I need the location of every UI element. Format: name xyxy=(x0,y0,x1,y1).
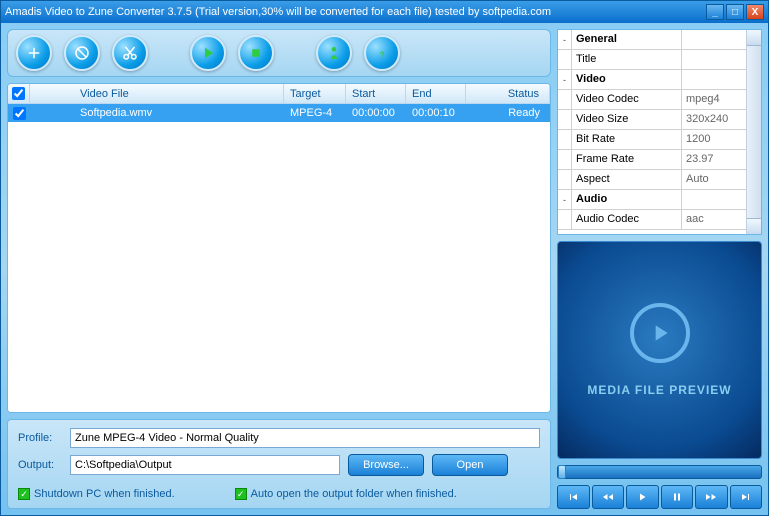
app-window: Amadis Video to Zune Converter 3.7.5 (Tr… xyxy=(0,0,769,516)
remove-button[interactable] xyxy=(64,35,100,71)
output-input[interactable] xyxy=(70,455,340,475)
help-button[interactable]: ? xyxy=(364,35,400,71)
row-start: 00:00:00 xyxy=(346,104,406,122)
media-rewind-button[interactable] xyxy=(592,485,625,509)
browse-button[interactable]: Browse... xyxy=(348,454,424,476)
media-prev-button[interactable] xyxy=(557,485,590,509)
titlebar[interactable]: Amadis Video to Zune Converter 3.7.5 (Tr… xyxy=(1,1,768,23)
add-button[interactable] xyxy=(16,35,52,71)
convert-button[interactable] xyxy=(190,35,226,71)
media-forward-button[interactable] xyxy=(695,485,728,509)
shutdown-checkbox[interactable]: ✓ Shutdown PC when finished. xyxy=(18,488,175,500)
media-next-button[interactable] xyxy=(730,485,763,509)
row-checkbox[interactable] xyxy=(8,104,30,122)
collapse-icon[interactable]: - xyxy=(558,70,572,89)
preview-play-icon[interactable] xyxy=(630,303,690,363)
about-button[interactable] xyxy=(316,35,352,71)
properties-scrollbar[interactable] xyxy=(746,30,761,234)
file-list: Video File Target Start End Status Softp… xyxy=(7,83,551,413)
left-column: ? Video File Target Start End Status Sof… xyxy=(7,29,551,509)
collapse-icon[interactable]: - xyxy=(558,30,572,49)
minimize-button[interactable]: _ xyxy=(706,4,724,20)
header-target[interactable]: Target xyxy=(284,84,346,103)
bottom-panel: Profile: Output: Browse... Open ✓ Shutdo… xyxy=(7,419,551,509)
header-end[interactable]: End xyxy=(406,84,466,103)
row-status: Ready xyxy=(466,104,550,122)
output-label: Output: xyxy=(18,459,62,471)
header-status[interactable]: Status xyxy=(466,84,550,103)
seek-bar[interactable] xyxy=(557,465,762,479)
header-checkbox[interactable] xyxy=(8,84,30,103)
app-body: ? Video File Target Start End Status Sof… xyxy=(1,23,768,515)
toolbar: ? xyxy=(7,29,551,77)
media-pause-button[interactable] xyxy=(661,485,694,509)
row-target: MPEG-4 xyxy=(284,104,346,122)
preview-label: MEDIA FILE PREVIEW xyxy=(587,383,731,397)
header-file[interactable]: Video File xyxy=(30,84,284,103)
maximize-button[interactable]: □ xyxy=(726,4,744,20)
profile-label: Profile: xyxy=(18,432,62,444)
media-controls xyxy=(557,485,762,509)
profile-input[interactable] xyxy=(70,428,540,448)
check-icon: ✓ xyxy=(18,488,30,500)
titlebar-text: Amadis Video to Zune Converter 3.7.5 (Tr… xyxy=(5,6,704,18)
properties-panel: -General Title -Video Video Codecmpeg4 V… xyxy=(557,29,762,235)
autoopen-label: Auto open the output folder when finishe… xyxy=(251,488,457,500)
collapse-icon[interactable]: - xyxy=(558,190,572,209)
trim-button[interactable] xyxy=(112,35,148,71)
header-start[interactable]: Start xyxy=(346,84,406,103)
stop-button[interactable] xyxy=(238,35,274,71)
shutdown-label: Shutdown PC when finished. xyxy=(34,488,175,500)
list-empty-area[interactable] xyxy=(8,122,550,412)
svg-text:?: ? xyxy=(379,51,384,60)
close-button[interactable]: X xyxy=(746,4,764,20)
row-end: 00:00:10 xyxy=(406,104,466,122)
media-play-button[interactable] xyxy=(626,485,659,509)
preview-panel: MEDIA FILE PREVIEW xyxy=(557,241,762,459)
table-row[interactable]: Softpedia.wmv MPEG-4 00:00:00 00:00:10 R… xyxy=(8,104,550,122)
seek-thumb[interactable] xyxy=(558,465,566,479)
open-button[interactable]: Open xyxy=(432,454,508,476)
row-file: Softpedia.wmv xyxy=(30,104,284,122)
right-column: -General Title -Video Video Codecmpeg4 V… xyxy=(557,29,762,509)
autoopen-checkbox[interactable]: ✓ Auto open the output folder when finis… xyxy=(235,488,457,500)
check-icon: ✓ xyxy=(235,488,247,500)
list-header: Video File Target Start End Status xyxy=(8,84,550,104)
properties-grid[interactable]: -General Title -Video Video Codecmpeg4 V… xyxy=(558,30,746,234)
